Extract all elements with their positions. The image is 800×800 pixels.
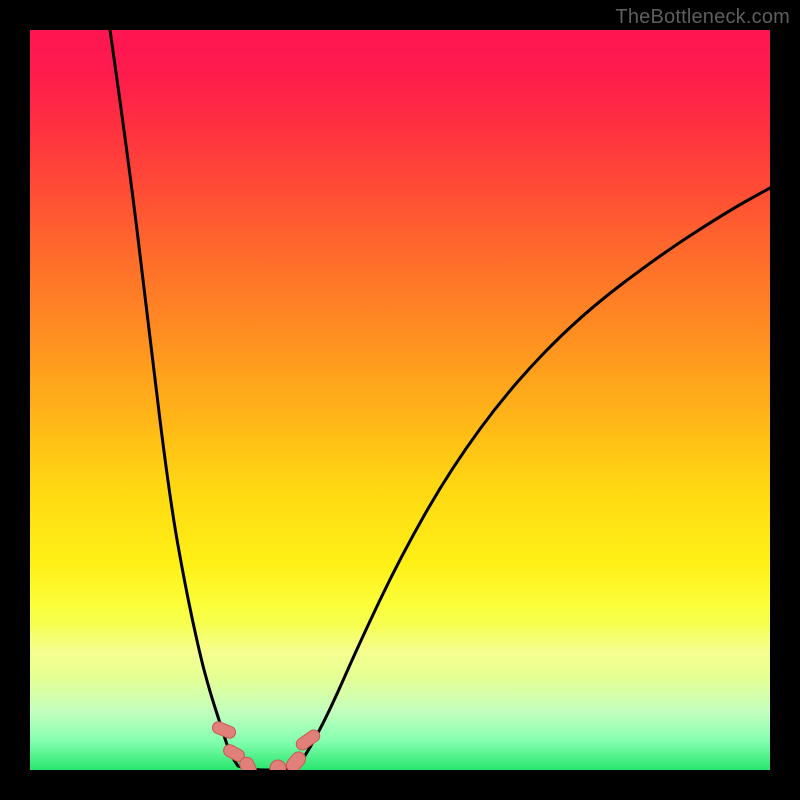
valley-marker	[284, 749, 309, 770]
chart-frame: TheBottleneck.com	[0, 0, 800, 800]
valley-marker	[270, 760, 286, 770]
curve-markers	[211, 720, 322, 770]
curve-path	[110, 30, 770, 770]
watermark-text: TheBottleneck.com	[615, 6, 790, 29]
bottleneck-curve-svg	[30, 30, 770, 770]
plot-area	[30, 30, 770, 770]
bottleneck-curve	[110, 30, 770, 770]
